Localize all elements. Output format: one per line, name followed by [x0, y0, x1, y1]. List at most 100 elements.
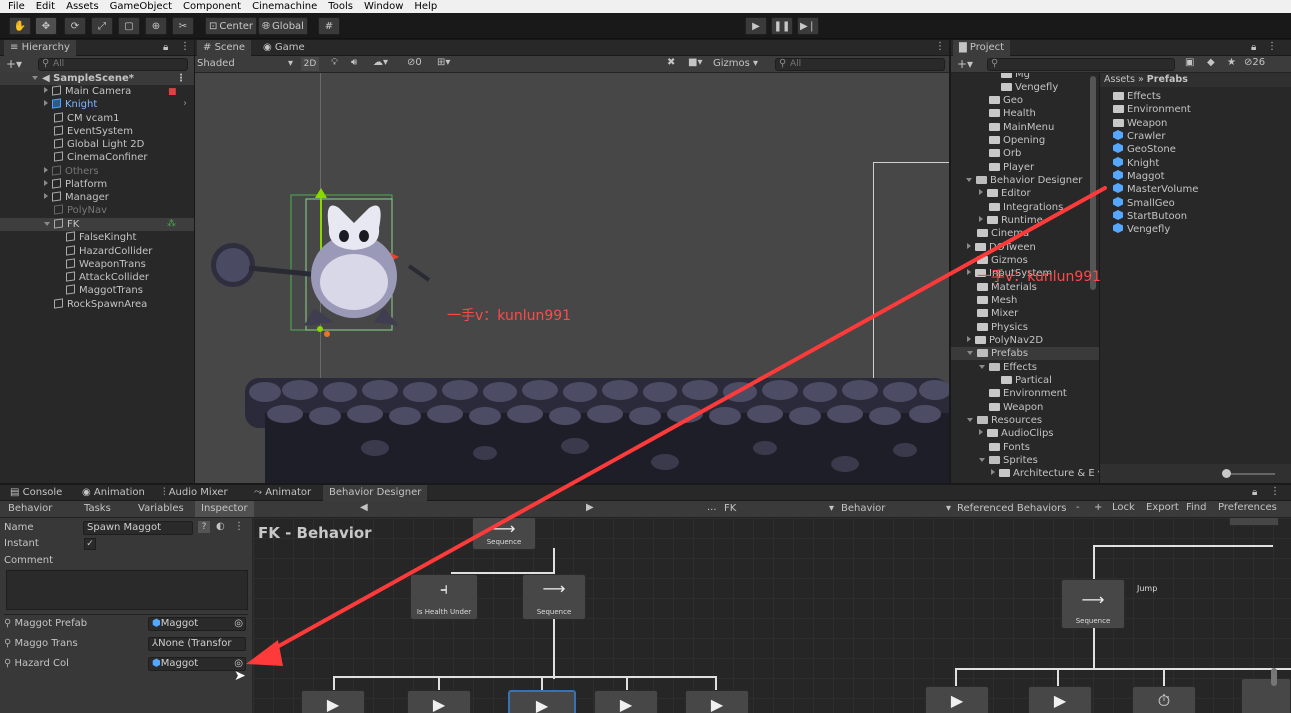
folder-integrations[interactable]: Integrations	[989, 201, 1063, 214]
folder-behavior-designer[interactable]: Behavior Designer	[966, 174, 1082, 187]
nav-forward-icon[interactable]: ▶	[586, 502, 594, 513]
rotate-tool-icon[interactable]: ⟳	[64, 17, 86, 35]
folder-partical[interactable]: Partical	[1001, 374, 1052, 387]
menu-assets[interactable]: Assets	[66, 0, 99, 13]
node-action-2[interactable]: ▶	[407, 690, 471, 713]
node-is-health-under[interactable]: ⫞ Is Health Under	[410, 574, 478, 620]
more-icon[interactable]: ⋮	[180, 41, 190, 52]
hierarchy-search-input[interactable]: All	[38, 58, 188, 71]
hierarchy-item-manager[interactable]: Manager	[44, 191, 109, 204]
asset-vengefly[interactable]: Vengefly	[1113, 223, 1170, 236]
tools-icon[interactable]: ✖	[667, 57, 675, 68]
filter-type-icon[interactable]: ▣	[1185, 57, 1194, 68]
node-sequence-top[interactable]: ⟶ Sequence	[472, 518, 536, 550]
tab-hierarchy[interactable]: ≡ Hierarchy	[4, 40, 76, 56]
grid-snap-icon[interactable]: ⊞▾	[437, 57, 450, 68]
maggo-trans-field[interactable]: ⅄None (Transfor	[148, 637, 246, 651]
folder-effects[interactable]: Effects	[979, 361, 1037, 374]
zoom-slider-track[interactable]	[1225, 473, 1275, 475]
shading-dropdown[interactable]: Shaded ▾	[197, 57, 295, 71]
comment-textarea[interactable]	[6, 570, 248, 610]
folder-geo[interactable]: Geo	[989, 94, 1023, 107]
folder-mg[interactable]: Mg	[1001, 73, 1030, 81]
referenced-behaviors-dropdown[interactable]: Referenced Behaviors	[957, 502, 1073, 516]
hierarchy-item-attackcollider[interactable]: AttackCollider	[66, 271, 149, 284]
asset-smallgeo[interactable]: SmallGeo	[1113, 197, 1175, 210]
scene-row[interactable]: ◀︎ SampleScene* ⋮	[0, 72, 194, 85]
zoom-slider-thumb[interactable]	[1222, 469, 1231, 478]
help-icon[interactable]: ?	[198, 521, 210, 533]
menu-help[interactable]: Help	[414, 0, 437, 13]
play-button[interactable]: ▶	[745, 17, 767, 35]
remove-button[interactable]: -	[1076, 502, 1080, 513]
audio-icon[interactable]: 🔊︎	[351, 57, 357, 68]
hierarchy-item-falsekinght[interactable]: FalseKinght	[66, 231, 136, 244]
folder-prefabs[interactable]: Prefabs	[951, 347, 1099, 360]
effects-icon[interactable]: ☁▾	[373, 57, 388, 68]
more-icon[interactable]: ⋮	[935, 41, 945, 52]
pivot-global-button[interactable]: 🌐︎ Global	[258, 17, 308, 35]
node-partial-right[interactable]	[1241, 678, 1291, 713]
hierarchy-item-cinemaconfiner[interactable]: CinemaConfiner	[54, 151, 147, 164]
object-picker-icon[interactable]: ◎	[234, 618, 243, 630]
asset-startbutoon[interactable]: StartButoon	[1113, 210, 1187, 223]
find-button[interactable]: Find	[1186, 502, 1207, 513]
star-icon[interactable]: ★	[1227, 57, 1236, 68]
asset-effects[interactable]: Effects	[1113, 90, 1161, 103]
menu-cinemachine[interactable]: Cinemachine	[252, 0, 317, 13]
asset-environment[interactable]: Environment	[1113, 103, 1191, 116]
breadcrumb-assets[interactable]: Assets	[1104, 74, 1135, 85]
tab-animation[interactable]: ◉ Animation	[76, 485, 151, 501]
lock-icon[interactable]: 🔒︎	[163, 42, 168, 53]
node-partial[interactable]	[1229, 518, 1279, 526]
filter-label-icon[interactable]: ◆	[1207, 57, 1215, 68]
menu-edit[interactable]: Edit	[36, 0, 55, 13]
search-icon[interactable]: ⚲	[4, 618, 15, 629]
hierarchy-item-maggottrans[interactable]: MaggotTrans	[66, 284, 143, 297]
folder-editor[interactable]: Editor	[979, 187, 1031, 200]
folder-dotween[interactable]: DOTween	[967, 241, 1036, 254]
grid-snap-icon[interactable]: #	[318, 17, 340, 35]
folder-vengefly[interactable]: Vengefly	[1001, 81, 1058, 94]
menu-file[interactable]: File	[8, 0, 25, 13]
breadcrumb-prefabs[interactable]: Prefabs	[1147, 74, 1188, 85]
folder-architecture[interactable]: Architecture & E ▾	[991, 467, 1099, 480]
step-button[interactable]: ▶❘	[797, 17, 819, 35]
hierarchy-item-platform[interactable]: Platform	[44, 178, 107, 191]
folder-runtime[interactable]: Runtime	[979, 214, 1043, 227]
hierarchy-item-cm-vcam1[interactable]: CM vcam1	[54, 112, 119, 125]
pivot-center-button[interactable]: ⊡ Center	[205, 17, 257, 35]
tab-inspector[interactable]: Inspector	[195, 501, 254, 517]
folder-environment[interactable]: Environment	[989, 387, 1067, 400]
hierarchy-item-eventsystem[interactable]: EventSystem	[54, 125, 133, 138]
chevron-right-icon[interactable]: ›	[183, 98, 187, 109]
name-input[interactable]: Spawn Maggot	[83, 521, 193, 535]
node-action-5[interactable]: ▶	[685, 690, 749, 713]
export-button[interactable]: Export	[1146, 502, 1179, 513]
node-sequence-mid[interactable]: ⟶ Sequence	[522, 574, 586, 620]
hierarchy-item-rockspawnarea[interactable]: RockSpawnArea	[54, 298, 147, 311]
folder-cinema[interactable]: Cinema	[977, 227, 1029, 240]
bd-graph[interactable]: FK - Behavior ⟶ Sequence ⫞ Is Health Under…	[253, 518, 1291, 713]
more-options[interactable]: ...	[707, 502, 717, 513]
tab-game[interactable]: ◉ Game	[257, 40, 311, 56]
menu-component[interactable]: Component	[183, 0, 241, 13]
hand-tool-icon[interactable]: ✋	[9, 17, 31, 35]
folder-polynav2d[interactable]: PolyNav2D	[967, 334, 1043, 347]
tab-behavior-designer[interactable]: Behavior Designer	[323, 485, 428, 501]
hierarchy-item-others[interactable]: Others	[44, 165, 99, 178]
behavior-dropdown[interactable]: Behavior ▾	[841, 502, 951, 516]
hierarchy-item-hazardcollider[interactable]: HazardCollider	[66, 245, 152, 258]
transform-tool-icon[interactable]: ⊕	[145, 17, 167, 35]
custom-tool-icon[interactable]: ✂	[172, 17, 194, 35]
add-button[interactable]: +	[1094, 502, 1102, 513]
folder-orb[interactable]: Orb	[989, 147, 1021, 160]
preset-icon[interactable]: ◐	[216, 521, 225, 532]
project-search-input[interactable]	[987, 58, 1175, 71]
asset-weapon[interactable]: Weapon	[1113, 117, 1167, 130]
folder-sprites[interactable]: Sprites	[979, 454, 1038, 467]
node-wait[interactable]: ⏱︎	[1132, 686, 1196, 713]
gizmos-dropdown[interactable]: Gizmos ▾	[713, 57, 767, 71]
search-icon[interactable]: ⚲	[4, 658, 15, 669]
tab-behavior[interactable]: Behavior	[8, 502, 52, 516]
